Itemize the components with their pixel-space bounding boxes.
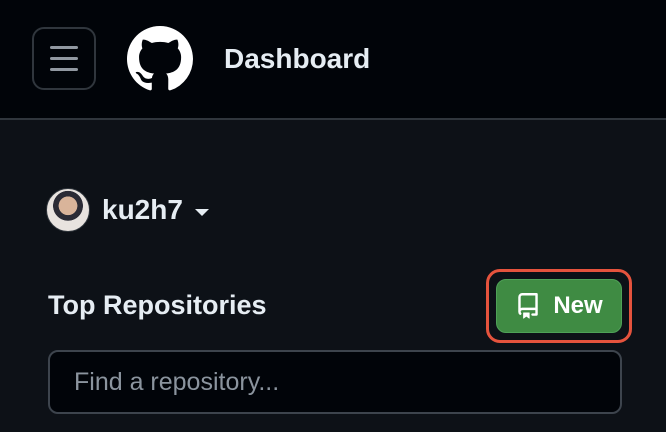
new-repository-button[interactable]: New	[496, 279, 622, 333]
find-repository-input[interactable]	[48, 350, 622, 414]
menu-icon-bar	[50, 46, 78, 49]
triangle-down-icon	[194, 208, 209, 216]
page-title: Dashboard	[224, 43, 371, 74]
section-title: Top Repositories	[48, 290, 267, 320]
menu-button[interactable]	[32, 27, 96, 90]
menu-icon-bar	[50, 57, 78, 60]
dashboard-sidebar: ku2h7 Top Repositories New	[0, 122, 666, 432]
github-logo-icon[interactable]	[127, 26, 193, 92]
user-context-switcher[interactable]: ku2h7	[46, 186, 209, 234]
top-header: Dashboard	[0, 0, 666, 120]
new-button-label: New	[553, 292, 603, 319]
username: ku2h7	[102, 194, 183, 225]
avatar	[46, 188, 90, 232]
menu-icon-bar	[50, 68, 78, 71]
repo-icon	[518, 293, 539, 319]
